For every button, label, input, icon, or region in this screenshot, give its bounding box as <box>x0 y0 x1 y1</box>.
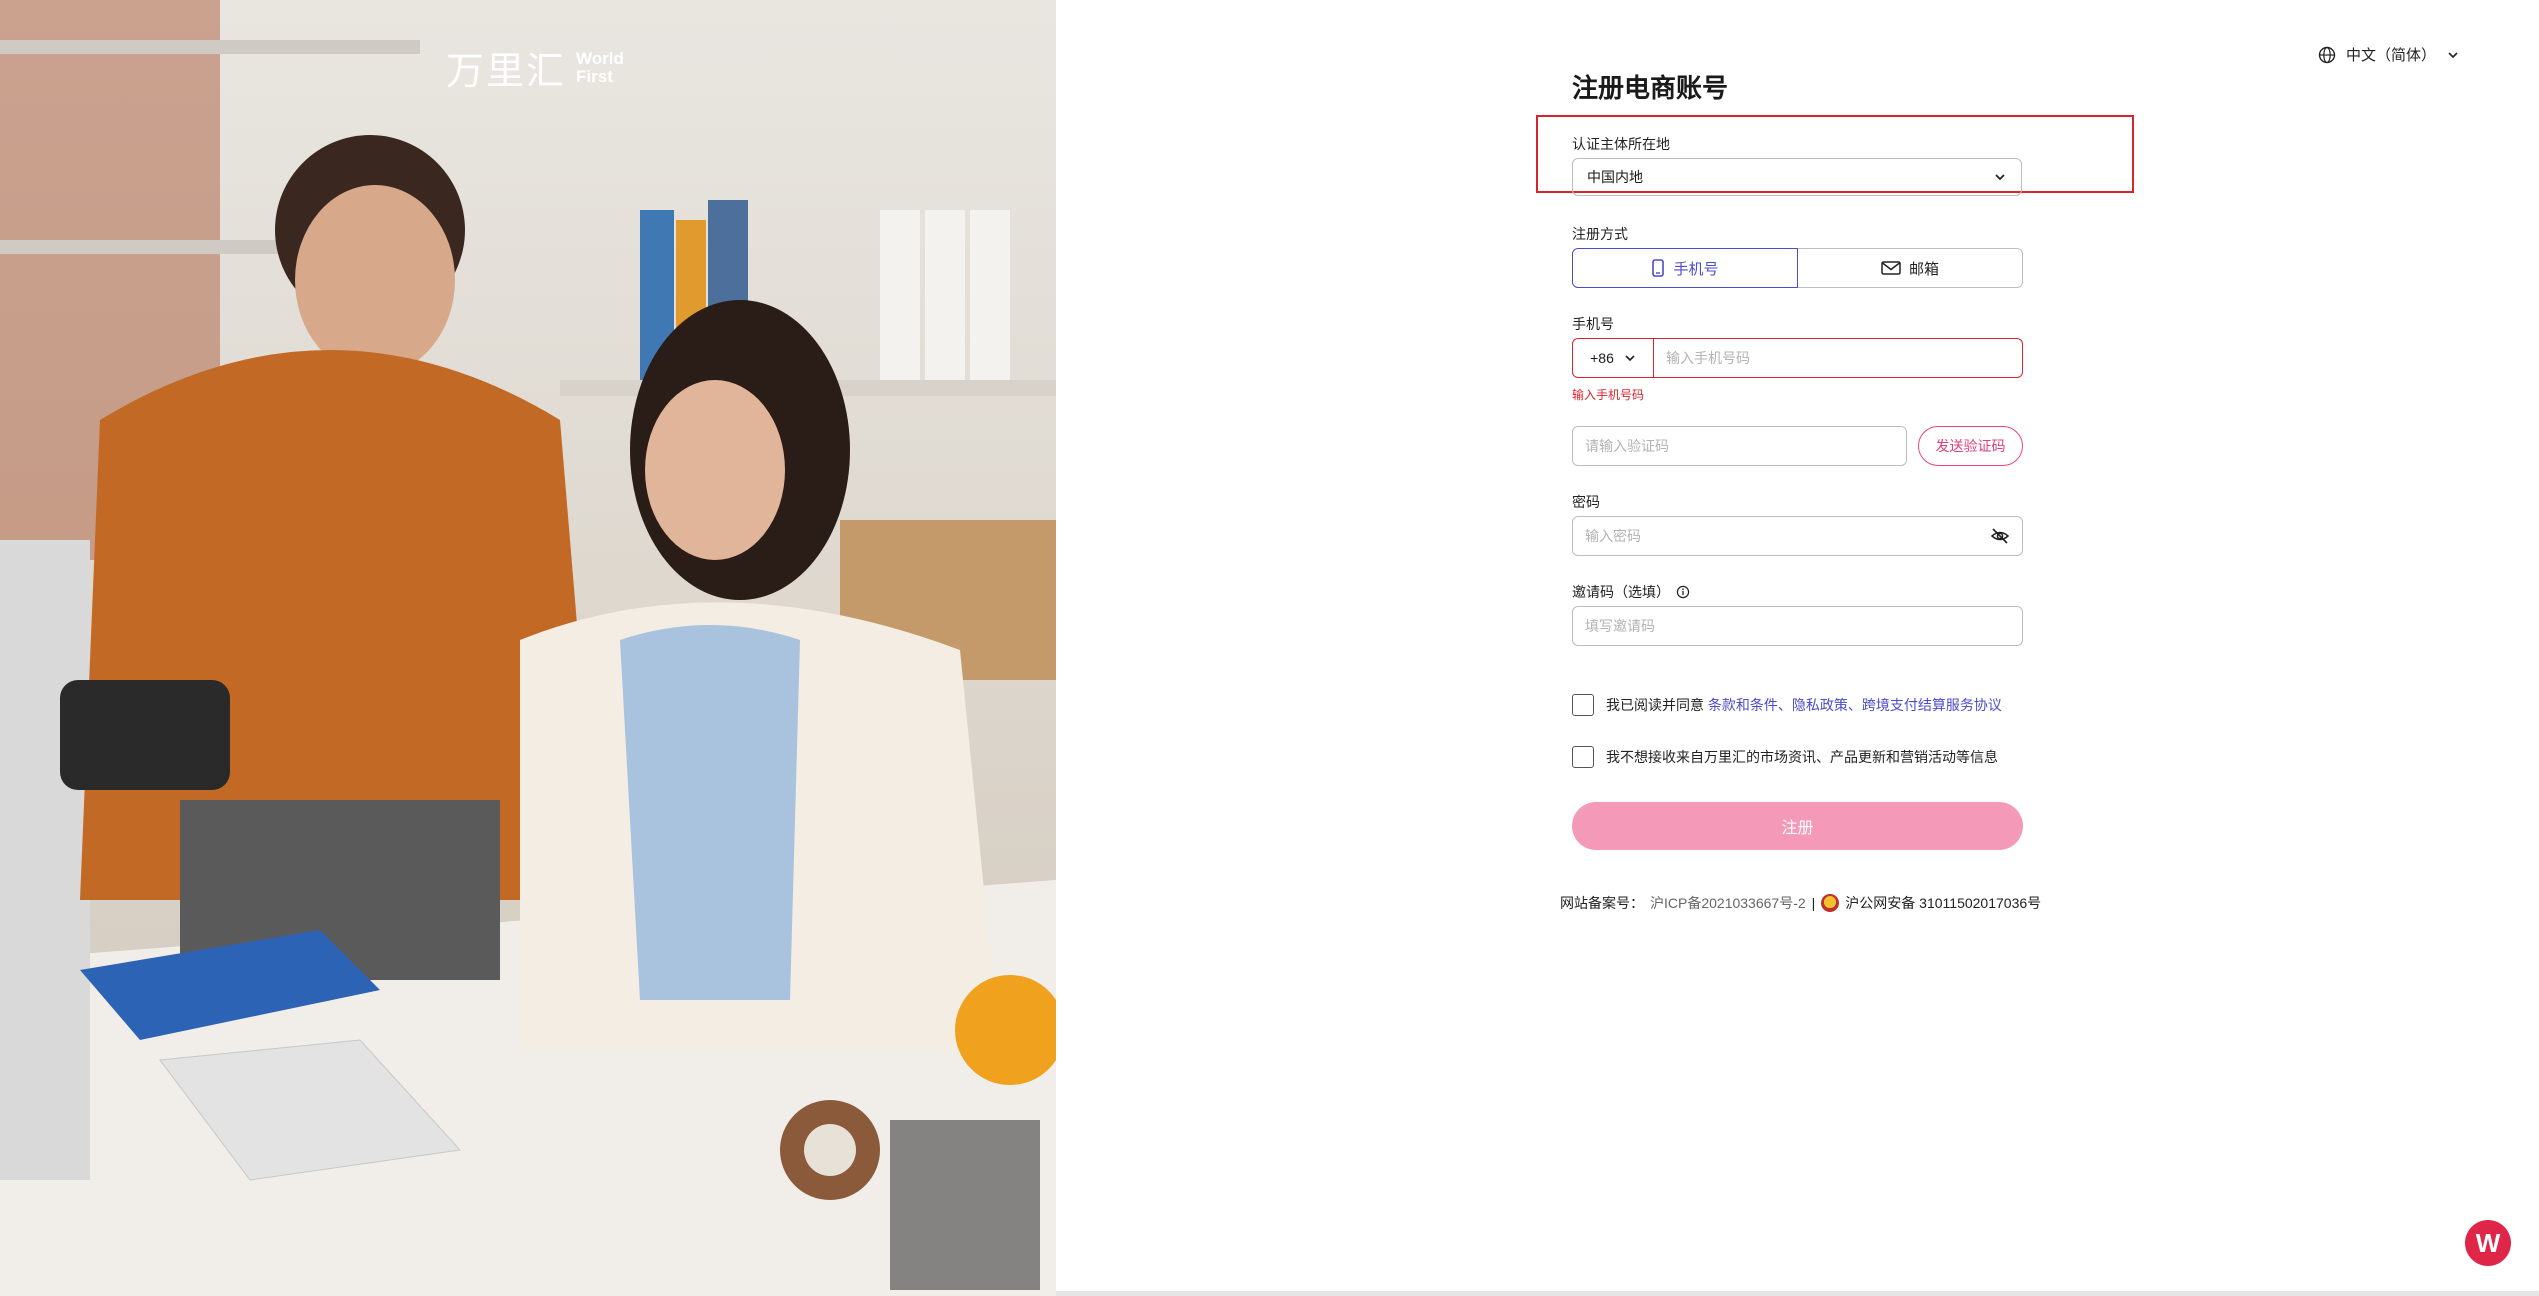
logo-english: World First <box>576 48 624 86</box>
terms-links[interactable]: 条款和条件、隐私政策、跨境支付结算服务协议 <box>1708 697 2002 713</box>
chevron-down-icon <box>1625 355 1635 362</box>
verification-code-input[interactable]: 请输入验证码 <box>1572 426 1907 466</box>
marketing-optout-row: 我不想接收来自万里汇的市场资讯、产品更新和营销活动等信息 <box>1572 746 1998 768</box>
hero-image: 万里汇 World First <box>0 0 1056 1296</box>
agree-terms-row: 我已阅读并同意 条款和条件、隐私政策、跨境支付结算服务协议 <box>1572 694 2002 716</box>
invite-label: 邀请码（选填） <box>1572 584 1670 600</box>
police-badge-icon <box>1821 894 1840 912</box>
tab-phone[interactable]: 手机号 <box>1572 248 1798 288</box>
page-title: 注册电商账号 <box>1572 73 1729 103</box>
phone-field: +86 输入手机号码 <box>1572 338 2023 378</box>
register-method-toggle: 手机号 邮箱 <box>1572 248 2023 288</box>
language-selector[interactable]: 中文（简体） <box>2318 44 2460 65</box>
help-chat-button[interactable]: W <box>2465 1220 2511 1266</box>
country-code-value: +86 <box>1590 350 1614 366</box>
phone-input[interactable]: 输入手机号码 <box>1654 339 2022 377</box>
tab-phone-label: 手机号 <box>1673 260 1719 278</box>
bottom-divider <box>1056 1291 2539 1296</box>
chevron-down-icon <box>2448 51 2458 58</box>
region-select[interactable]: 中国内地 <box>1572 158 2022 196</box>
marketing-optout-text: 我不想接收来自万里汇的市场资讯、产品更新和营销活动等信息 <box>1606 749 1998 765</box>
footer-separator: | <box>1811 895 1816 911</box>
invite-code-placeholder: 填写邀请码 <box>1585 618 1655 634</box>
icp-label: 网站备案号： <box>1560 895 1644 911</box>
icp-link[interactable]: 沪ICP备2021033667号-2 <box>1650 893 1806 913</box>
brand-logo[interactable]: 万里汇 World First <box>446 40 624 95</box>
mail-icon <box>1881 261 1901 275</box>
agree-terms-checkbox[interactable] <box>1572 694 1594 716</box>
phone-label: 手机号 <box>1572 316 1614 332</box>
chevron-down-icon <box>1995 174 2005 181</box>
hero-illustration <box>0 0 1056 1296</box>
register-button[interactable]: 注册 <box>1572 802 2023 850</box>
invite-code-input[interactable]: 填写邀请码 <box>1572 606 2023 646</box>
invite-label-row: 邀请码（选填） <box>1572 582 1690 602</box>
logo-english-line1: World <box>576 48 624 68</box>
verification-code-placeholder: 请输入验证码 <box>1585 438 1669 454</box>
region-value: 中国内地 <box>1587 169 1643 185</box>
logo-english-line2: First <box>576 66 613 86</box>
language-label: 中文（简体） <box>2346 47 2437 64</box>
send-code-button[interactable]: 发送验证码 <box>1918 426 2023 466</box>
globe-icon <box>2318 46 2336 63</box>
logo-chinese: 万里汇 <box>446 49 567 93</box>
agree-terms-prefix: 我已阅读并同意 <box>1606 697 1708 713</box>
region-label: 认证主体所在地 <box>1572 136 1670 152</box>
method-label: 注册方式 <box>1572 226 1628 242</box>
phone-error-message: 输入手机号码 <box>1572 388 1645 402</box>
country-code-select[interactable]: +86 <box>1573 339 1654 377</box>
eye-off-icon[interactable] <box>1990 527 2010 545</box>
info-icon[interactable] <box>1676 585 1690 599</box>
tab-email[interactable]: 邮箱 <box>1798 248 2023 288</box>
police-record-link[interactable]: 沪公网安备 31011502017036号 <box>1845 893 2041 913</box>
agree-terms-text: 我已阅读并同意 条款和条件、隐私政策、跨境支付结算服务协议 <box>1606 695 2002 715</box>
marketing-optout-checkbox[interactable] <box>1572 746 1594 768</box>
password-label: 密码 <box>1572 494 1600 510</box>
password-placeholder: 输入密码 <box>1585 528 1641 544</box>
password-input[interactable]: 输入密码 <box>1572 516 2023 556</box>
mobile-phone-icon <box>1652 259 1665 277</box>
tab-email-label: 邮箱 <box>1908 260 1939 278</box>
footer: 网站备案号： 沪ICP备2021033667号-2 | 沪公网安备 310115… <box>1560 893 2041 913</box>
